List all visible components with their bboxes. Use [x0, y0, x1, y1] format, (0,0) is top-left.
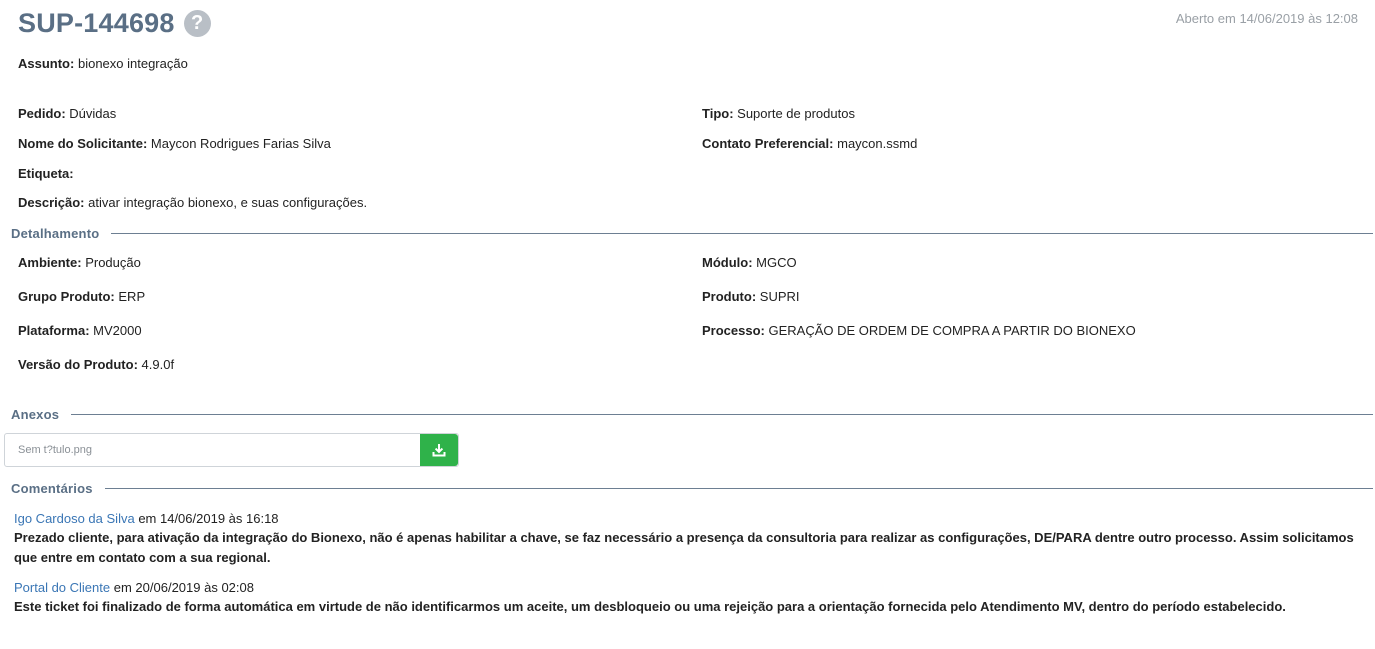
processo-value: GERAÇÃO DE ORDEM DE COMPRA A PARTIR DO B…: [768, 323, 1136, 338]
tipo-label: Tipo:: [702, 106, 734, 121]
section-title: Detalhamento: [11, 225, 100, 241]
subject-value: bionexo integração: [77, 56, 188, 71]
produto-value: SUPRI: [759, 289, 800, 304]
modulo-field: Módulo: MGCO: [702, 255, 797, 270]
contato-value: maycon.ssmd: [837, 136, 918, 151]
solicitante-value: Maycon Rodrigues Farias Silva: [150, 136, 331, 151]
etiqueta-field: Etiqueta:: [18, 166, 74, 181]
comment-text: Este ticket foi finalizado de forma auto…: [14, 599, 1286, 614]
descricao-field: Descrição: ativar integração bionexo, e …: [18, 195, 367, 210]
descricao-value: ativar integração bionexo, e suas config…: [88, 195, 368, 210]
comment-text: Prezado cliente, para ativação da integr…: [14, 530, 1354, 565]
attachment-item: Sem t?tulo.png: [4, 433, 459, 467]
versao-label: Versão do Produto:: [18, 357, 138, 372]
section-divider: [111, 232, 1373, 234]
subject-label: Assunto:: [18, 56, 75, 71]
contato-field: Contato Preferencial: maycon.ssmd: [702, 136, 917, 151]
section-detalhamento: Detalhamento: [11, 224, 1373, 242]
plataforma-label: Plataforma:: [18, 323, 90, 338]
pedido-field: Pedido: Dúvidas: [18, 106, 116, 121]
pedido-label: Pedido:: [18, 106, 66, 121]
section-title: Anexos: [11, 406, 60, 422]
modulo-label: Módulo:: [702, 255, 753, 270]
ticket-id: SUP-144698: [18, 8, 175, 38]
solicitante-field: Nome do Solicitante: Maycon Rodrigues Fa…: [18, 136, 331, 151]
attachment-filename: Sem t?tulo.png: [18, 444, 92, 456]
plataforma-value: MV2000: [93, 323, 142, 338]
comment-author-link[interactable]: Igo Cardoso da Silva: [14, 511, 135, 526]
grupo-field: Grupo Produto: ERP: [18, 289, 145, 304]
opened-date: Aberto em 14/06/2019 às 12:08: [1175, 11, 1358, 26]
descricao-label: Descrição:: [18, 195, 85, 210]
tipo-field: Tipo: Suporte de produtos: [702, 106, 855, 121]
solicitante-label: Nome do Solicitante:: [18, 136, 148, 151]
section-comentarios: Comentários: [11, 479, 1373, 497]
section-divider: [104, 487, 1373, 489]
grupo-label: Grupo Produto:: [18, 289, 115, 304]
section-anexos: Anexos: [11, 405, 1373, 423]
ticket-header: SUP-144698 ?: [18, 8, 211, 39]
comment-item: Igo Cardoso da Silva em 14/06/2019 às 16…: [14, 511, 1363, 568]
help-icon[interactable]: ?: [183, 10, 211, 37]
ambiente-field: Ambiente: Produção: [18, 255, 141, 270]
download-button[interactable]: [420, 434, 458, 466]
produto-label: Produto:: [702, 289, 757, 304]
comment-header: Portal do Cliente em 20/06/2019 às 02:08: [14, 580, 1363, 595]
etiqueta-label: Etiqueta:: [18, 166, 74, 181]
tipo-value: Suporte de produtos: [737, 106, 855, 121]
processo-label: Processo:: [702, 323, 765, 338]
comment-item: Portal do Cliente em 20/06/2019 às 02:08…: [14, 580, 1363, 617]
pedido-value: Dúvidas: [69, 106, 117, 121]
versao-value: 4.9.0f: [141, 357, 175, 372]
comment-author-link[interactable]: Portal do Cliente: [14, 580, 110, 595]
plataforma-field: Plataforma: MV2000: [18, 323, 142, 338]
processo-field: Processo: GERAÇÃO DE ORDEM DE COMPRA A P…: [702, 323, 1136, 338]
comment-date: em 14/06/2019 às 16:18: [138, 511, 279, 526]
comment-date: em 20/06/2019 às 02:08: [113, 580, 254, 595]
modulo-value: MGCO: [756, 255, 797, 270]
section-divider: [71, 413, 1373, 415]
download-icon: [432, 444, 446, 457]
versao-field: Versão do Produto: 4.9.0f: [18, 357, 174, 372]
section-title: Comentários: [11, 480, 93, 496]
comment-header: Igo Cardoso da Silva em 14/06/2019 às 16…: [14, 511, 1363, 526]
ambiente-value: Produção: [85, 255, 141, 270]
grupo-value: ERP: [118, 289, 146, 304]
produto-field: Produto: SUPRI: [702, 289, 800, 304]
contato-label: Contato Preferencial:: [702, 136, 834, 151]
subject-field: Assunto: bionexo integração: [18, 56, 188, 71]
ambiente-label: Ambiente:: [18, 255, 82, 270]
